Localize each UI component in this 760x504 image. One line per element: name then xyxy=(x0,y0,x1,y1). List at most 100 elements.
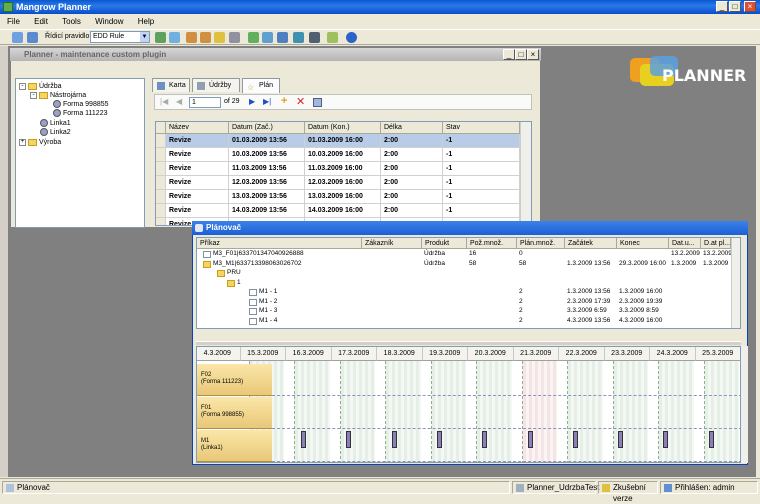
grid-cell[interactable]: 2:00 xyxy=(381,190,443,204)
grid-cell[interactable]: 2:00 xyxy=(381,134,443,148)
grid-cell[interactable]: Revize xyxy=(166,148,229,162)
prev-page-icon[interactable]: ◀ xyxy=(176,97,182,106)
gantt-task-bar[interactable] xyxy=(346,431,352,448)
page-input[interactable]: 1 xyxy=(189,97,221,108)
document-icon[interactable] xyxy=(203,251,211,258)
folder-icon[interactable] xyxy=(227,279,235,287)
grid-cell[interactable]: Revize xyxy=(166,134,229,148)
col-datum-zac[interactable]: Datum (Zač.) xyxy=(229,122,305,134)
first-page-icon[interactable]: |◀ xyxy=(160,97,168,106)
gantt-task-bar[interactable] xyxy=(708,431,714,448)
tree-item[interactable]: Forma 998855 xyxy=(53,100,109,109)
grid-cell[interactable]: -1 xyxy=(443,162,520,176)
folder-icon[interactable] xyxy=(217,270,225,277)
tree-item[interactable]: Linka2 xyxy=(40,128,71,137)
tool-icon-3[interactable] xyxy=(277,32,288,43)
gantt-task-bar[interactable] xyxy=(436,431,442,448)
key-icon[interactable] xyxy=(214,32,225,43)
gantt-task-bar[interactable] xyxy=(527,431,533,448)
zoom-out-icon[interactable] xyxy=(200,32,211,43)
col-stav[interactable]: Stav xyxy=(443,122,520,134)
add-icon[interactable]: + xyxy=(281,95,287,107)
tree-item[interactable]: - Údržba xyxy=(19,82,62,91)
gantt-resource[interactable]: F02 (Forma 111223) xyxy=(197,364,272,396)
delete-icon[interactable]: ✕ xyxy=(296,95,305,108)
tree-item[interactable]: + Výroba xyxy=(19,138,61,147)
maintenance-grid[interactable]: Název Datum (Zač.) Datum (Kon.) Délka St… xyxy=(155,121,532,226)
row-selector[interactable] xyxy=(156,190,166,204)
grid-cell[interactable]: -1 xyxy=(443,176,520,190)
grid-cell[interactable]: 14.03.2009 16:00 xyxy=(305,204,381,218)
tree-item[interactable]: Forma 111223 xyxy=(53,109,108,118)
tree-item[interactable]: Linka1 xyxy=(40,119,71,128)
tab-udrzby[interactable]: Údržby xyxy=(192,78,240,92)
grid-cell[interactable]: 01.03.2009 13:56 xyxy=(229,134,305,148)
row-selector[interactable] xyxy=(156,162,166,176)
menu-window[interactable]: Window xyxy=(95,17,123,26)
grid-cell[interactable]: 11.03.2009 13:56 xyxy=(229,162,305,176)
grid-cell[interactable]: 2:00 xyxy=(381,148,443,162)
grid-cell[interactable]: 13.03.2009 16:00 xyxy=(305,190,381,204)
grid-cell[interactable]: -1 xyxy=(443,134,520,148)
order-col-header[interactable]: D.at pl... xyxy=(701,238,731,249)
order-hscrollbar[interactable] xyxy=(196,330,741,340)
row-selector[interactable] xyxy=(156,218,166,225)
open-icon[interactable] xyxy=(12,32,23,43)
gantt-scrollbar[interactable] xyxy=(741,346,748,463)
child-minimize-button[interactable]: _ xyxy=(503,49,515,60)
grid-cell[interactable]: Revize xyxy=(166,204,229,218)
gantt-task-bar[interactable] xyxy=(572,431,578,448)
run-icon[interactable] xyxy=(155,32,166,43)
order-col-header[interactable]: Příkaz xyxy=(197,238,362,249)
last-page-icon[interactable]: ▶| xyxy=(263,97,271,106)
row-selector[interactable] xyxy=(156,134,166,148)
row-selector[interactable] xyxy=(156,204,166,218)
grid-cell[interactable]: Revize xyxy=(166,176,229,190)
close-button[interactable]: × xyxy=(744,1,756,12)
tool-icon-1[interactable] xyxy=(248,32,259,43)
grid-cell[interactable]: 2:00 xyxy=(381,204,443,218)
next-page-icon[interactable]: ▶ xyxy=(249,97,255,106)
grid-scrollbar[interactable] xyxy=(520,122,531,225)
gantt-task-bar[interactable] xyxy=(482,431,488,448)
grid-cell[interactable]: 13.03.2009 13:56 xyxy=(229,190,305,204)
grid-cell[interactable]: 01.03.2009 16:00 xyxy=(305,134,381,148)
print-icon[interactable] xyxy=(229,32,240,43)
expand-icon[interactable]: + xyxy=(19,138,26,146)
grid-cell[interactable]: 2:00 xyxy=(381,176,443,190)
order-col-header[interactable]: Plán.množ. xyxy=(517,238,565,249)
gantt-task-bar[interactable] xyxy=(391,431,397,448)
order-tree-grid[interactable]: Příkaz Zákazník Produkt Pož.množ. Plán.množ.… xyxy=(196,237,741,329)
minimize-button[interactable]: _ xyxy=(716,1,728,12)
folder-icon[interactable] xyxy=(203,260,211,268)
tool-icon-5[interactable] xyxy=(309,32,320,43)
tool-icon-6[interactable] xyxy=(327,32,338,43)
grid-cell[interactable]: 12.03.2009 13:56 xyxy=(229,176,305,190)
tab-karta[interactable]: Karta xyxy=(152,78,190,92)
gantt-resource[interactable]: F01 (Forma 998855) xyxy=(197,397,272,429)
menu-edit[interactable]: Edit xyxy=(34,17,48,26)
menu-help[interactable]: Help xyxy=(138,17,154,26)
collapse-icon[interactable]: - xyxy=(30,91,37,99)
tree-item[interactable]: - Nástrojárna xyxy=(30,91,86,100)
grid-cell[interactable]: 14.03.2009 13:56 xyxy=(229,204,305,218)
col-nazev[interactable]: Název xyxy=(166,122,229,134)
document-icon[interactable] xyxy=(249,308,257,315)
order-col-header[interactable]: Produkt xyxy=(422,238,467,249)
grid-cell[interactable]: 2:00 xyxy=(381,162,443,176)
order-col-header[interactable]: Dat.u... xyxy=(669,238,701,249)
grid-cell[interactable]: Revize xyxy=(166,190,229,204)
maximize-button[interactable]: □ xyxy=(729,1,741,12)
order-col-header[interactable]: Pož.množ. xyxy=(467,238,517,249)
child-maximize-button[interactable]: □ xyxy=(515,49,527,60)
gantt-chart[interactable]: 4.3.2009 15.3.2009 16.3.2009 17.3.2009 18.3.… xyxy=(196,346,741,463)
col-delka[interactable]: Délka xyxy=(381,122,443,134)
row-selector[interactable] xyxy=(156,176,166,190)
collapse-icon[interactable]: - xyxy=(19,82,26,90)
menu-tools[interactable]: Tools xyxy=(62,17,81,26)
grid-cell[interactable]: 11.03.2009 16:00 xyxy=(305,162,381,176)
splitter[interactable] xyxy=(196,341,741,345)
row-selector[interactable] xyxy=(156,148,166,162)
col-datum-kon[interactable]: Datum (Kon.) xyxy=(305,122,381,134)
menu-file[interactable]: File xyxy=(7,17,20,26)
